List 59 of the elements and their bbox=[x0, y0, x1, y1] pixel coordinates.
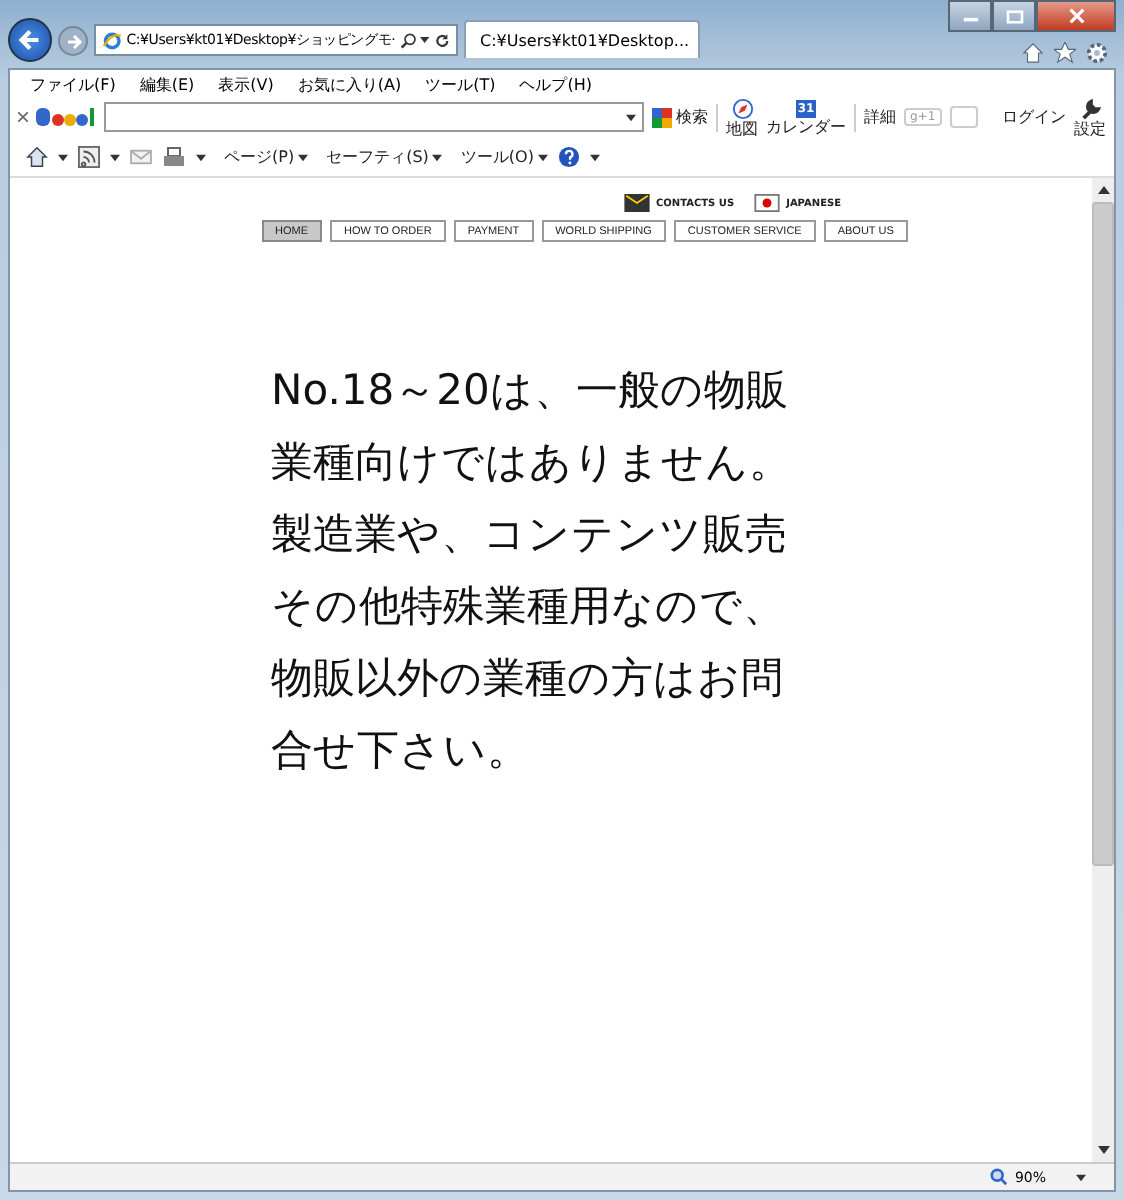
map-button[interactable]: 地図 bbox=[726, 97, 758, 137]
star-icon[interactable] bbox=[1054, 42, 1076, 64]
command-menu[interactable]: ページ(P) bbox=[224, 146, 309, 168]
flag-icon bbox=[754, 194, 781, 212]
vertical-scrollbar[interactable] bbox=[1092, 178, 1114, 1162]
arrow-left-icon bbox=[16, 26, 44, 54]
refresh-icon[interactable] bbox=[433, 31, 450, 49]
close-button[interactable] bbox=[1036, 0, 1116, 32]
dropdown-caret-icon[interactable] bbox=[420, 36, 430, 44]
search-field[interactable] bbox=[104, 102, 644, 132]
scroll-down-icon[interactable] bbox=[1097, 1146, 1109, 1154]
browser-tab[interactable]: C:¥Users¥kt01¥Desktop... bbox=[464, 20, 700, 58]
caret-icon[interactable] bbox=[58, 153, 68, 161]
google-logo bbox=[36, 105, 96, 129]
tab-title: C:¥Users¥kt01¥Desktop... bbox=[480, 31, 690, 49]
google-squares-icon bbox=[652, 107, 672, 127]
menu-item[interactable]: お気に入り(A) bbox=[297, 73, 402, 95]
page-icon bbox=[102, 29, 123, 51]
caret-icon[interactable] bbox=[1076, 1173, 1086, 1181]
help-icon[interactable] bbox=[557, 146, 580, 168]
minimize-button[interactable] bbox=[948, 0, 992, 32]
close-toolbar-icon[interactable] bbox=[18, 112, 28, 122]
menu-item[interactable]: ファイル(F) bbox=[30, 73, 116, 95]
menu-item[interactable]: 表示(V) bbox=[218, 73, 274, 95]
details-button[interactable]: 詳細 bbox=[864, 106, 896, 128]
caret-icon[interactable] bbox=[626, 113, 636, 121]
settings-icon[interactable] bbox=[1086, 42, 1108, 64]
caret-icon[interactable] bbox=[196, 153, 206, 161]
home-icon[interactable] bbox=[26, 146, 48, 168]
caret-icon bbox=[537, 153, 548, 161]
caret-icon[interactable] bbox=[110, 153, 120, 161]
zoom-icon[interactable] bbox=[990, 1168, 1009, 1186]
compass-icon bbox=[731, 97, 753, 119]
command-menu[interactable]: セーフティ(S) bbox=[326, 146, 443, 168]
home-icon[interactable] bbox=[1022, 42, 1044, 64]
caret-icon bbox=[432, 153, 443, 161]
maximize-button[interactable] bbox=[992, 0, 1036, 32]
login-button[interactable]: ログイン bbox=[1002, 106, 1066, 128]
search-icon[interactable] bbox=[399, 31, 417, 49]
wrench-icon bbox=[1079, 97, 1101, 119]
caret-icon bbox=[298, 153, 309, 161]
caret-icon[interactable] bbox=[589, 153, 600, 161]
message-text: No.18～20は、一般の物販 業種向けではありません。 製造業や、コンテンツ販売 その他特殊業種用なので、 物販以外の業種の方はお問 合せ下さい。 bbox=[269, 364, 793, 778]
settings-button[interactable]: 設定 bbox=[1074, 97, 1106, 137]
maximize-icon bbox=[1005, 9, 1023, 23]
menu-item[interactable]: 編集(E) bbox=[139, 73, 195, 95]
plus-one-count bbox=[949, 106, 978, 128]
back-button[interactable] bbox=[8, 18, 52, 62]
arrow-right-icon bbox=[63, 31, 83, 51]
forward-button[interactable] bbox=[58, 26, 88, 56]
search-button[interactable]: 検索 bbox=[652, 106, 708, 128]
scroll-up-icon[interactable] bbox=[1097, 186, 1109, 194]
menu-item[interactable]: ツール(T) bbox=[425, 73, 496, 95]
command-menu[interactable]: ツール(O) bbox=[460, 146, 548, 168]
close-icon bbox=[1067, 8, 1085, 24]
menu-item[interactable]: ヘルプ(H) bbox=[519, 73, 592, 95]
envelope-icon bbox=[623, 194, 650, 212]
feed-icon[interactable] bbox=[78, 146, 100, 168]
printer-icon[interactable] bbox=[162, 145, 186, 169]
